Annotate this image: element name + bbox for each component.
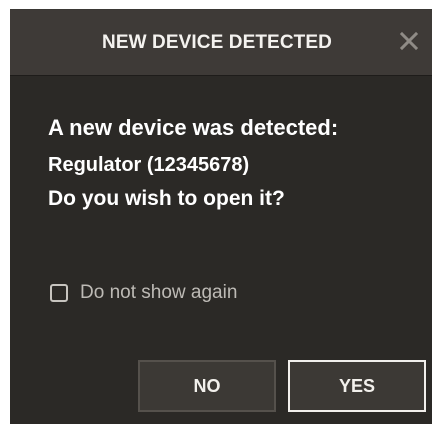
no-button[interactable]: NO <box>138 360 276 412</box>
message-line-question: Do you wish to open it? <box>48 187 285 210</box>
do-not-show-again-label: Do not show again <box>80 282 238 303</box>
do-not-show-again-checkbox[interactable] <box>50 284 68 302</box>
yes-button[interactable]: YES <box>288 360 426 412</box>
close-icon <box>399 31 419 51</box>
dialog-title: NEW DEVICE DETECTED <box>102 32 332 53</box>
do-not-show-again-option[interactable]: Do not show again <box>50 282 237 304</box>
new-device-dialog: NEW DEVICE DETECTED A new device was det… <box>10 9 432 424</box>
message-line-detected: A new device was detected: <box>48 115 339 140</box>
dialog-titlebar: NEW DEVICE DETECTED <box>10 10 432 76</box>
message-line-device-name: Regulator (12345678) <box>48 154 250 176</box>
close-button[interactable] <box>396 28 422 54</box>
